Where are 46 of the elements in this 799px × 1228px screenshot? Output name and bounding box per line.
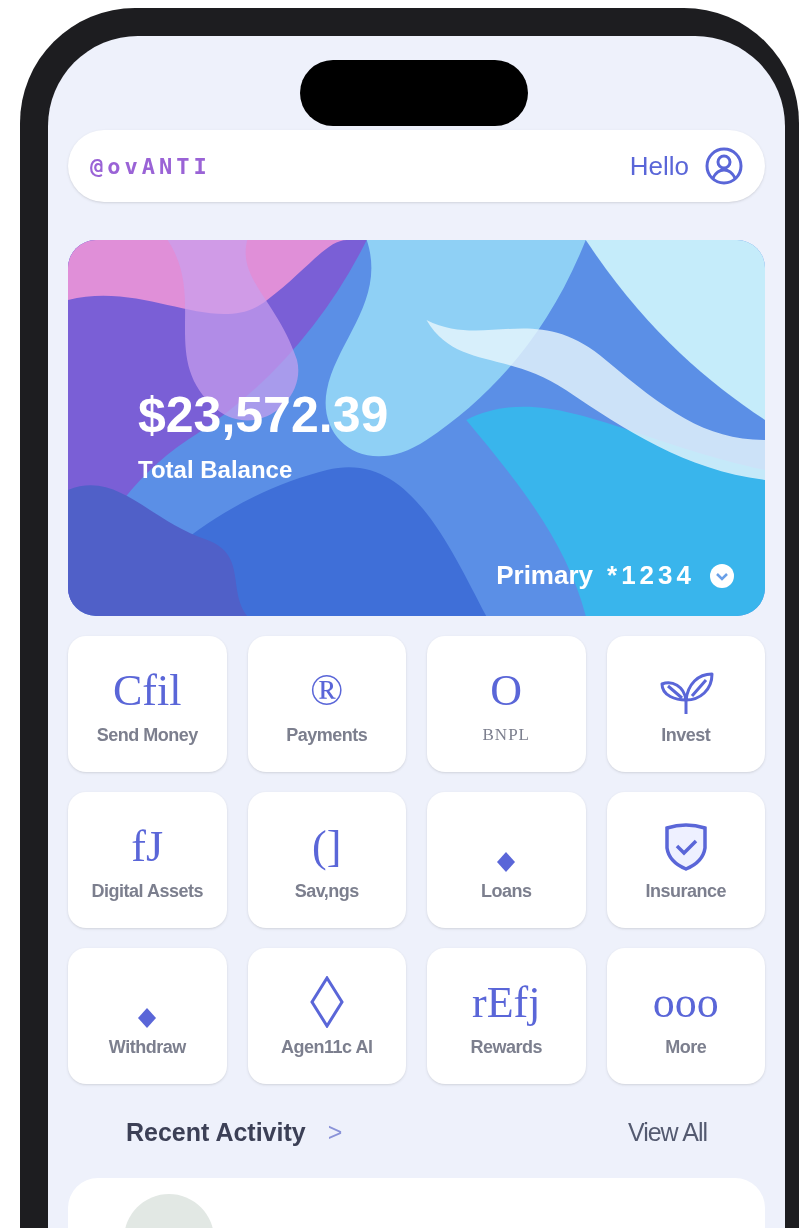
glyph-icon: (] <box>312 821 342 872</box>
action-tile[interactable]: rEfj Rewards <box>427 948 586 1084</box>
tile-label: Send Money <box>96 723 198 747</box>
section-title: Recent Activity <box>126 1117 306 1148</box>
diamond-outline-icon <box>309 975 344 1028</box>
diamond-icon <box>138 1007 157 1028</box>
tile-label: Digital Assets <box>91 879 203 903</box>
balance-amount: $23,572.39 <box>138 386 389 445</box>
glyph-icon: O <box>490 666 523 717</box>
tile-label: More <box>665 1035 707 1059</box>
dropdown-icon[interactable] <box>709 562 735 589</box>
balance-label: Total Balance <box>138 455 293 485</box>
tile-label: Invest <box>661 723 711 747</box>
action-tile[interactable]: fJ Digital Assets <box>68 792 227 928</box>
profile-icon[interactable] <box>705 147 743 185</box>
view-all-link[interactable]: View All <box>627 1114 707 1152</box>
app-logo: @ovANTI <box>90 152 211 181</box>
action-tile[interactable]: ooo More <box>606 948 765 1084</box>
action-tile[interactable]: Insurance <box>606 792 765 928</box>
greeting-text: Hello <box>629 149 689 183</box>
action-tile[interactable]: Invest <box>606 636 765 772</box>
tile-label: Sav,ngs <box>294 879 359 903</box>
glyph-icon: fJ <box>131 821 164 872</box>
diamond-icon <box>497 851 516 872</box>
action-tile[interactable]: Agen11c Al <box>247 948 406 1084</box>
glyph-icon: Cfil <box>113 665 182 716</box>
action-tile[interactable]: Cfil Send Money <box>68 636 227 772</box>
glyph-icon: ooo <box>652 977 719 1028</box>
glyph-icon: ® <box>310 665 344 716</box>
action-tile[interactable]: O BNPL <box>427 636 586 772</box>
tile-label: Agen11c Al <box>281 1035 373 1059</box>
account-name: Primary <box>496 559 594 592</box>
tile-label: Insurance <box>645 879 726 903</box>
tile-label: Withdraw <box>108 1035 186 1059</box>
action-tile[interactable]: Withdraw <box>68 948 227 1084</box>
tile-label: Loans <box>481 879 532 903</box>
shield-check-icon <box>662 821 709 872</box>
action-tile[interactable]: Loans <box>427 792 586 928</box>
action-tile[interactable]: (] Sav,ngs <box>247 792 406 928</box>
tile-label: Rewards <box>470 1035 542 1059</box>
glyph-icon: rEfj <box>472 977 541 1028</box>
action-tile[interactable]: ® Payments <box>247 636 406 772</box>
tile-label: Payments <box>286 723 368 747</box>
account-number: *1234 <box>607 559 695 592</box>
chevron-text[interactable]: > <box>327 1114 343 1152</box>
tile-label: BNPL <box>482 724 530 747</box>
